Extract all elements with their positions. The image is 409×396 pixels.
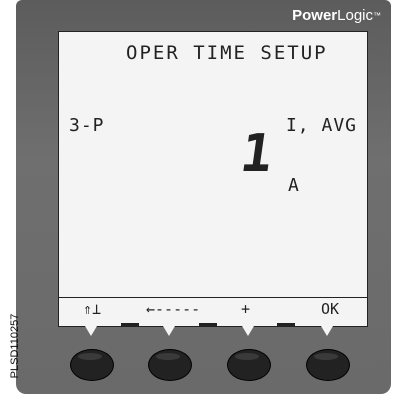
softkey-label-cursor: ←-----	[146, 300, 201, 318]
brand-logo-light: Logic	[337, 7, 373, 24]
softkey-label-increment: +	[241, 300, 251, 318]
softkey-divider	[199, 323, 217, 326]
figure-id: PLSD110257	[9, 313, 21, 379]
parameter-label: I, AVG	[285, 115, 357, 136]
softkey-button-cursor[interactable]	[148, 349, 192, 381]
lcd-display: OPER TIME SETUP 3-P I, AVG 1 A ⇑⊥ ←-----…	[58, 31, 368, 327]
screen-title: OPER TIME SETUP	[126, 42, 328, 64]
softkey-label-ok: OK	[321, 300, 340, 318]
system-mode: 3-P	[69, 115, 105, 136]
brand-logo-bold: Power	[292, 7, 338, 24]
softkey-pointer-icon	[242, 326, 254, 336]
softkey-label-up: ⇑⊥	[83, 300, 102, 318]
softkey-divider	[277, 323, 295, 326]
softkey-pointer-icon	[163, 326, 175, 336]
softkey-pointer-icon	[85, 326, 97, 336]
softkey-button-ok[interactable]	[306, 349, 350, 381]
setup-value: 1	[236, 124, 278, 184]
value-unit: A	[288, 175, 300, 196]
softkey-button-up[interactable]	[70, 349, 114, 381]
softkey-divider	[121, 323, 139, 326]
softkey-pointer-icon	[321, 326, 333, 336]
brand-logo: PowerLogic™	[292, 7, 381, 24]
softkey-button-increment[interactable]	[227, 349, 271, 381]
